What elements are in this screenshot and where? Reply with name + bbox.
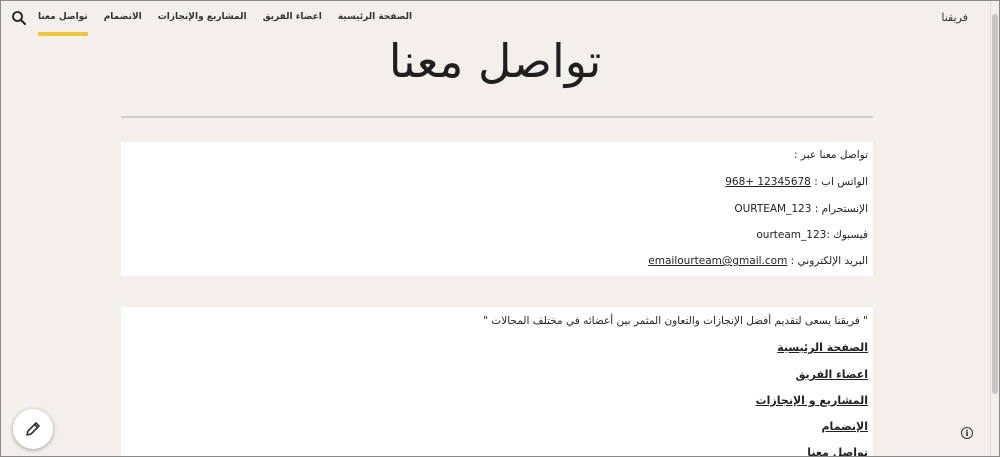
- contact-info-card: تواصل معنا عبر : الواتس اب : 968+ 123456…: [121, 142, 873, 276]
- email-link[interactable]: emailourteam@gmail.com: [648, 255, 787, 267]
- footer-link-contact[interactable]: تواصل معنا: [807, 446, 868, 457]
- nav-item-team-members[interactable]: اعضاء الفريق: [263, 0, 322, 38]
- pencil-icon: [26, 422, 40, 436]
- whatsapp-label: الواتس اب :: [814, 176, 868, 188]
- nav-item-join[interactable]: الانضمام: [104, 0, 142, 38]
- contact-intro: تواصل معنا عبر :: [794, 149, 868, 161]
- email-line: البريد الإلكتروني : emailourteam@gmail.c…: [648, 255, 868, 267]
- scrollbar[interactable]: [990, 0, 1000, 457]
- top-navigation-bar: الصفحة الرئيسية اعضاء الفريق المشاريع وا…: [0, 0, 990, 38]
- footer-link-home[interactable]: الصفحة الرئيسية: [777, 341, 868, 354]
- page-title: تواصل معنا: [388, 34, 602, 88]
- footer-links-card: " فريقنا يسعى لتقديم أفضل الإنجازات والت…: [121, 307, 873, 457]
- team-quote: " فريقنا يسعى لتقديم أفضل الإنجازات والت…: [483, 315, 868, 327]
- scrollbar-thumb[interactable]: [992, 14, 998, 394]
- footer-link-team-members[interactable]: اعضاء الفريق: [796, 368, 868, 381]
- instagram-line: الإنستجرام : OURTEAM_123: [734, 203, 868, 215]
- footer-link-join[interactable]: الإنضمام: [822, 420, 869, 433]
- email-label: البريد الإلكتروني :: [790, 255, 868, 267]
- edit-button[interactable]: [13, 409, 53, 449]
- footer-link-projects[interactable]: المشاريع و الإنجازات: [756, 394, 868, 407]
- divider: [121, 116, 873, 118]
- search-icon[interactable]: [11, 10, 27, 26]
- nav-item-contact[interactable]: تواصل معنا: [38, 0, 88, 38]
- whatsapp-link[interactable]: 968+ 12345678: [725, 176, 811, 188]
- nav-item-projects[interactable]: المشاريع والإنجازات: [158, 0, 247, 38]
- site-brand[interactable]: فريقنا: [941, 11, 968, 24]
- facebook-line: فيسبوك :ourteam_123: [756, 229, 868, 241]
- nav-item-home[interactable]: الصفحة الرئيسية: [338, 0, 412, 38]
- whatsapp-line: الواتس اب : 968+ 12345678: [725, 176, 868, 188]
- info-icon[interactable]: i: [961, 427, 973, 439]
- main-nav: الصفحة الرئيسية اعضاء الفريق المشاريع وا…: [38, 0, 412, 38]
